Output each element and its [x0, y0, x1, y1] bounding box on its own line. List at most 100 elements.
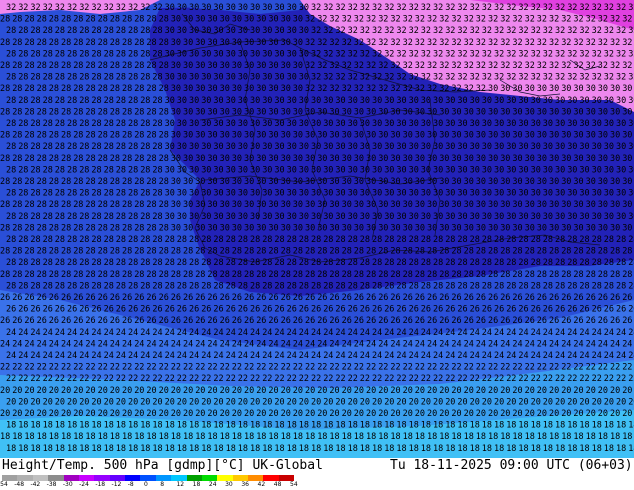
- band-22-label: 22: [537, 363, 547, 373]
- band-22-label: 22: [55, 374, 65, 384]
- band-28-label: 28: [232, 247, 242, 257]
- band-26-label: 26: [116, 305, 126, 315]
- band-30-label: 30: [372, 142, 382, 152]
- band-30-label: 30: [293, 177, 303, 187]
- band-30-label: 30: [506, 165, 516, 175]
- band-28-label: 28: [24, 107, 34, 117]
- band-24-label: 24: [323, 328, 333, 338]
- band-28-label: 28: [55, 96, 65, 106]
- band-30-label: 30: [622, 200, 632, 210]
- band-20-label: 20: [293, 409, 303, 419]
- band-18-label: 18: [213, 444, 223, 454]
- band-28-label: 28: [85, 154, 95, 164]
- band-28-label: 28: [24, 223, 34, 233]
- band-22-label: 22: [555, 374, 565, 384]
- band-30-label: 30: [274, 142, 284, 152]
- band-30-label: 30: [390, 131, 400, 141]
- band-28-label: 28: [85, 107, 95, 117]
- band-28-label: 28: [226, 258, 236, 268]
- band-28-label: 28: [348, 235, 358, 245]
- band-30-label: 30: [579, 142, 589, 152]
- band-26-label: 26: [396, 305, 406, 315]
- band-30-label: 30: [531, 189, 541, 199]
- band-28-label: 28: [91, 142, 101, 152]
- band-32-label: 32: [30, 3, 40, 13]
- band-24-label: 24: [79, 328, 89, 338]
- band-24-label: 24: [61, 339, 71, 349]
- band-30-label: 30: [616, 189, 626, 199]
- band-30-label: 30: [427, 107, 437, 117]
- band-30-label: 30: [311, 189, 321, 199]
- band-24-label: 24: [579, 351, 589, 361]
- band-24-label: 24: [512, 339, 522, 349]
- band-20-label: 20: [201, 397, 211, 407]
- band-22-label: 22: [293, 363, 303, 373]
- band-32-label: 32: [311, 3, 321, 13]
- band-28-label: 28: [0, 177, 10, 187]
- band-28-label: 28: [409, 258, 419, 268]
- band-24-label: 24: [518, 351, 528, 361]
- band-28-label: 28: [555, 281, 565, 291]
- band-32-label: 32: [518, 73, 528, 83]
- band-28-label: 28: [604, 258, 614, 268]
- band-30-label: 30: [476, 200, 486, 210]
- band-28-label: 28: [0, 154, 10, 164]
- band-30-label: 30: [342, 223, 352, 233]
- band-28-label: 28: [91, 235, 101, 245]
- band-32-label: 32: [415, 61, 425, 71]
- band-28-label: 28: [79, 212, 89, 222]
- band-28-label: 28: [116, 119, 126, 129]
- band-28-label: 28: [433, 235, 443, 245]
- band-28-label: 28: [116, 235, 126, 245]
- band-18-label: 18: [372, 444, 382, 454]
- band-28-label: 28: [598, 247, 608, 257]
- band-18-label: 18: [366, 432, 376, 442]
- band-22-label: 22: [494, 374, 504, 384]
- band-30-label: 30: [512, 223, 522, 233]
- band-28-label: 28: [73, 131, 83, 141]
- band-26-label: 26: [171, 293, 181, 303]
- band-18-label: 18: [256, 432, 266, 442]
- band-30-label: 30: [586, 131, 596, 141]
- band-28-label: 28: [37, 154, 47, 164]
- band-28-label: 28: [262, 258, 272, 268]
- band-32-label: 32: [372, 26, 382, 36]
- band-30-label: 30: [409, 212, 419, 222]
- band-20-label: 20: [506, 397, 516, 407]
- band-24-label: 24: [555, 328, 565, 338]
- band-20-label: 20: [0, 409, 10, 419]
- band-30-label: 30: [512, 177, 522, 187]
- band-18-label: 18: [201, 421, 211, 431]
- band-26-label: 26: [61, 293, 71, 303]
- band-26-label: 26: [195, 293, 205, 303]
- band-28-label: 28: [116, 96, 126, 106]
- band-30-label: 30: [299, 165, 309, 175]
- band-24-label: 24: [604, 351, 614, 361]
- band-32-label: 32: [482, 49, 492, 59]
- band-18-label: 18: [274, 421, 284, 431]
- band-18-label: 18: [287, 421, 297, 431]
- band-26-label: 26: [403, 293, 413, 303]
- band-30-label: 30: [457, 142, 467, 152]
- band-30-label: 30: [268, 131, 278, 141]
- band-28-label: 28: [61, 84, 71, 94]
- band-26-label: 26: [476, 316, 486, 326]
- band-32-label: 32: [592, 3, 602, 13]
- colorbar-tick-label: -18: [95, 481, 106, 488]
- band-30-label: 30: [329, 107, 339, 117]
- band-30-label: 30: [366, 200, 376, 210]
- band-30-label: 30: [262, 165, 272, 175]
- band-28-label: 28: [6, 119, 16, 129]
- band-30-label: 30: [567, 142, 577, 152]
- band-28-label: 28: [323, 235, 333, 245]
- band-28-label: 28: [140, 49, 150, 59]
- band-30-label: 30: [293, 107, 303, 117]
- band-30-label: 30: [165, 119, 175, 129]
- band-28-label: 28: [49, 247, 59, 257]
- band-26-label: 26: [256, 293, 266, 303]
- band-28-label: 28: [49, 84, 59, 94]
- weather-map[interactable]: 32 32 32 32 32 32 32 32 32 32 32 32 32 30 30 30 30 30 30 30…: [0, 0, 634, 458]
- band-24-label: 24: [415, 339, 425, 349]
- band-20-label: 20: [543, 397, 553, 407]
- band-30-label: 30: [220, 131, 230, 141]
